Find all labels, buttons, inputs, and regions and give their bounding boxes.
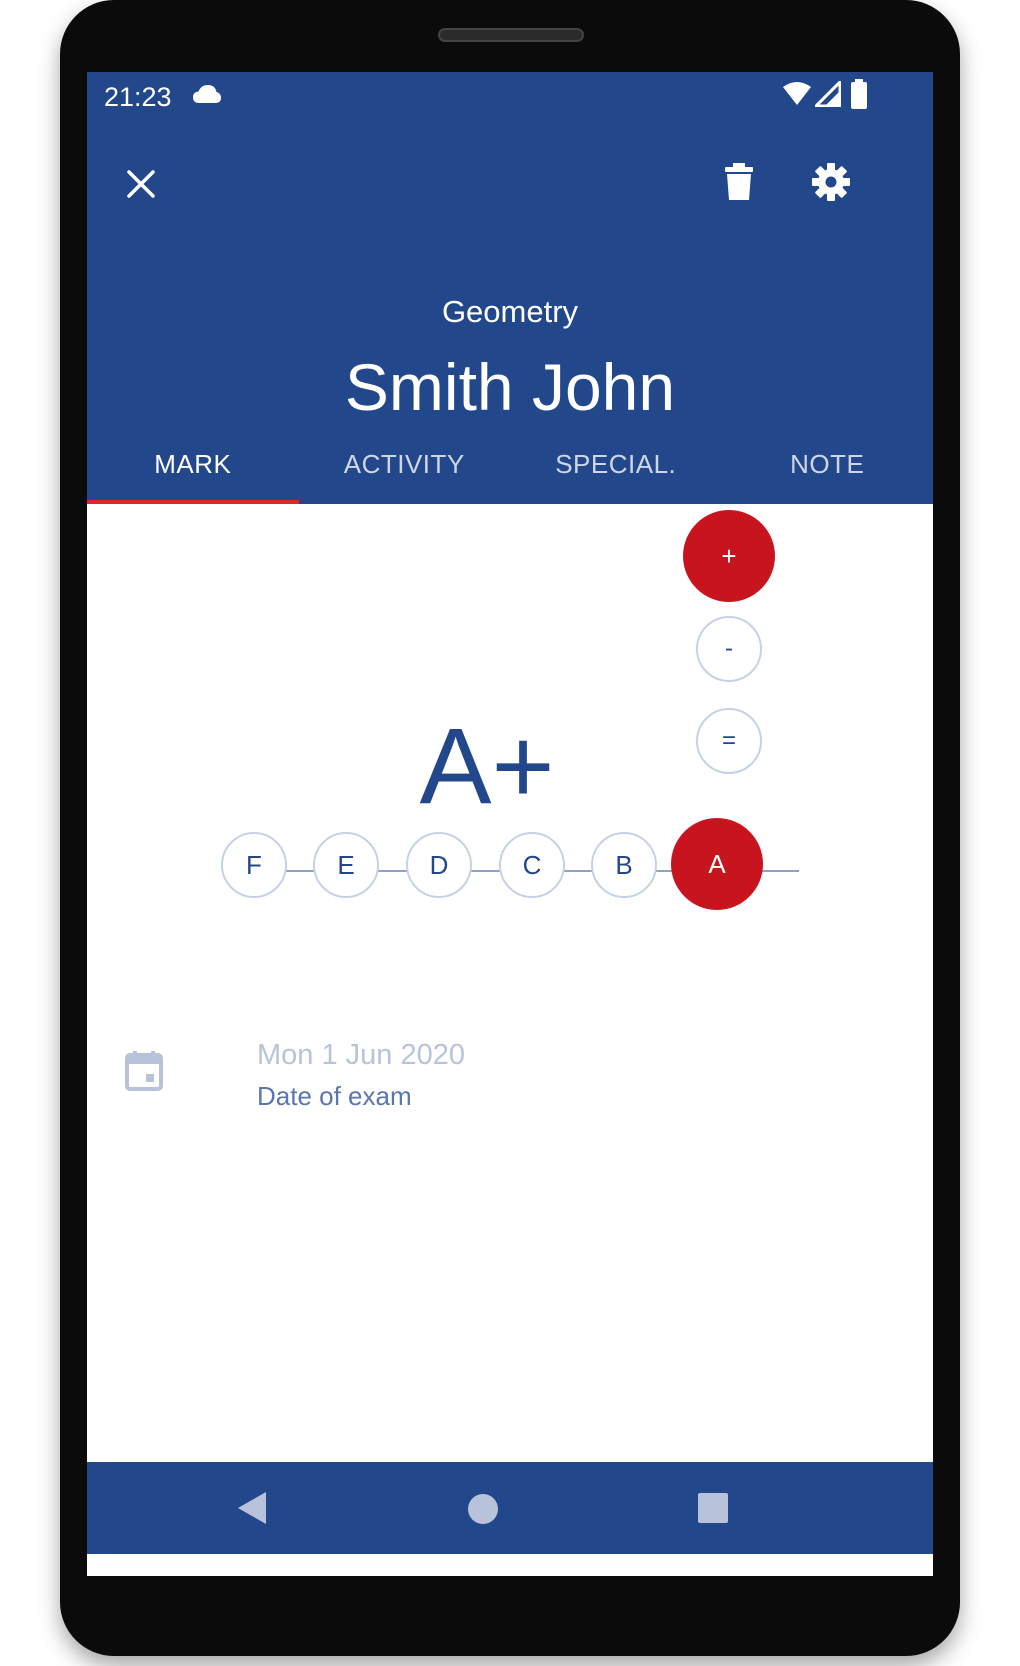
gear-icon [812,163,850,201]
exam-date-label: Date of exam [257,1081,412,1111]
tab-activity[interactable]: ACTIVITY [299,424,511,504]
status-bar: 21:23 [87,72,933,124]
cloud-icon [192,84,222,111]
back-icon[interactable] [235,1490,269,1531]
letter-d-button[interactable]: D [406,832,472,898]
tab-mark[interactable]: MARK [87,424,299,504]
signal-icon [812,78,842,112]
status-time: 21:23 [104,82,172,112]
letter-e-button[interactable]: E [313,832,379,898]
modifier-equal-button[interactable]: = [696,708,762,774]
wifi-icon [782,81,812,112]
letter-a-button[interactable]: A [671,818,763,910]
calendar-icon [125,1051,163,1096]
letter-c-button[interactable]: C [499,832,565,898]
phone-speaker [438,28,584,42]
letter-b-button[interactable]: B [591,832,657,898]
modifier-minus-button[interactable]: - [696,616,762,682]
trash-icon [725,163,753,200]
delete-button[interactable] [707,150,771,214]
subject-title: Geometry [441,294,579,329]
close-icon [127,170,155,198]
app-screen: 21:23 Geometry Smith John MARK ACTIVITY … [87,72,933,1576]
student-name: Smith John [344,350,676,424]
recents-icon[interactable] [697,1492,729,1529]
settings-button[interactable] [799,150,863,214]
tab-bar: MARK ACTIVITY SPECIAL. NOTE [87,424,933,504]
tab-note[interactable]: NOTE [722,424,934,504]
exam-date-field[interactable]: Mon 1 Jun 2020 Date of exam [117,1037,817,1127]
letter-f-button[interactable]: F [221,832,287,898]
phone-frame: 21:23 Geometry Smith John MARK ACTIVITY … [60,0,960,1656]
battery-icon [850,79,868,114]
home-icon[interactable] [467,1493,499,1530]
modifier-plus-button[interactable]: + [683,510,775,602]
current-mark: A+ [419,705,555,826]
exam-date-value: Mon 1 Jun 2020 [257,1039,465,1071]
navigation-bar [87,1462,933,1554]
tab-special[interactable]: SPECIAL. [510,424,722,504]
close-button[interactable] [109,152,173,216]
